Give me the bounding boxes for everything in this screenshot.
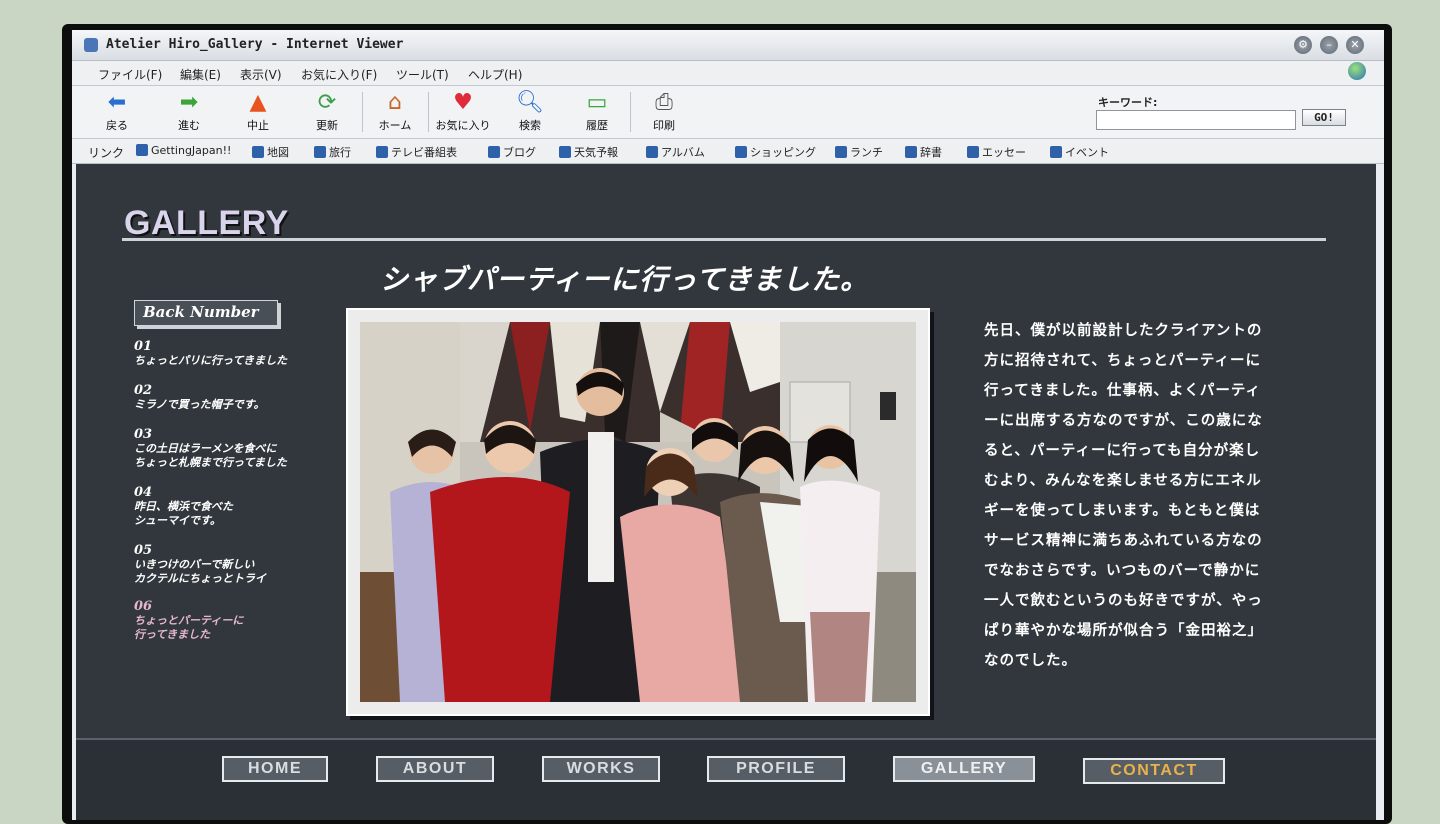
- globe-icon: [1348, 62, 1366, 80]
- menu-tools[interactable]: ツール(T): [396, 66, 449, 83]
- menu-bar: ファイル(F) 編集(E) 表示(V) お気に入り(F) ツール(T) ヘルプ(…: [72, 61, 1384, 86]
- link-travel[interactable]: 旅行: [314, 144, 351, 160]
- heart-icon: ♥: [453, 90, 473, 115]
- party-photo[interactable]: [360, 322, 916, 702]
- home-button[interactable]: ⌂ ホーム: [360, 90, 430, 136]
- page-icon: [646, 146, 658, 158]
- link-map[interactable]: 地図: [252, 144, 289, 160]
- link-event[interactable]: イベント: [1050, 144, 1109, 160]
- menu-view[interactable]: 表示(V): [240, 66, 282, 83]
- back-number-item[interactable]: 03 この土日はラーメンを食べに ちょっと札幌まで行ってました: [134, 428, 354, 470]
- title-divider: [122, 238, 1326, 241]
- page-icon: [559, 146, 571, 158]
- links-bar: リンク GettingJapan!! 地図 旅行 テレビ番組表 ブログ 天気予報…: [72, 139, 1384, 164]
- back-number-label: Back Number: [134, 300, 278, 326]
- browser-window: Atelier Hiro_Gallery - Internet Viewer ⚙…: [72, 30, 1384, 820]
- link-blog[interactable]: ブログ: [488, 144, 536, 160]
- back-number-item[interactable]: 02 ミラノで買った帽子です。: [134, 384, 354, 412]
- history-icon: ▭: [586, 90, 608, 115]
- keyword-input[interactable]: [1096, 110, 1296, 130]
- refresh-icon: ⟳: [317, 90, 337, 115]
- back-number-item[interactable]: 04 昨日、横浜で食べた シューマイです。: [134, 486, 354, 528]
- back-number-item-current[interactable]: 06 ちょっとパーティーに 行ってきました: [134, 600, 354, 642]
- browser-app-icon: [84, 38, 98, 52]
- go-button[interactable]: GO!: [1302, 109, 1346, 126]
- menu-help[interactable]: ヘルプ(H): [468, 66, 522, 83]
- page-icon: [376, 146, 388, 158]
- search-button[interactable]: 🔍︎ 検索: [495, 90, 565, 136]
- favorites-button[interactable]: ♥ お気に入り: [428, 90, 498, 136]
- back-number-item[interactable]: 05 いきつけのバーで新しい カクテルにちょっとトライ: [134, 544, 354, 586]
- links-label: リンク: [88, 146, 125, 160]
- minimize-icon[interactable]: –: [1320, 36, 1338, 54]
- page-icon: [835, 146, 847, 158]
- back-arrow-icon: ⬅: [107, 90, 127, 115]
- history-button[interactable]: ▭ 履歴: [562, 90, 632, 136]
- settings-icon[interactable]: ⚙: [1294, 36, 1312, 54]
- menu-favorites[interactable]: お気に入り(F): [301, 66, 377, 83]
- page-icon: [136, 144, 148, 156]
- link-essay[interactable]: エッセー: [967, 144, 1026, 160]
- link-tv-guide[interactable]: テレビ番組表: [376, 144, 457, 160]
- refresh-button[interactable]: ⟳ 更新: [292, 90, 362, 136]
- back-button[interactable]: ⬅ 戻る: [82, 90, 152, 136]
- menu-file[interactable]: ファイル(F): [98, 66, 162, 83]
- toolbar: ⬅ 戻る ➡ 進む ▲ 中止 ⟳ 更新 ⌂ ホーム ♥ お気に入り 🔍︎ 検索: [72, 86, 1384, 139]
- close-icon[interactable]: ✕: [1346, 36, 1364, 54]
- nav-about-button[interactable]: ABOUT: [376, 756, 494, 782]
- forward-button[interactable]: ➡ 進む: [154, 90, 224, 136]
- keyword-label: キーワード:: [1098, 96, 1158, 109]
- link-weather[interactable]: 天気予報: [559, 144, 618, 160]
- article-headline: シャブパーティーに行ってきました。: [380, 263, 870, 296]
- nav-profile-button[interactable]: PROFILE: [707, 756, 845, 782]
- page-icon: [314, 146, 326, 158]
- stop-button[interactable]: ▲ 中止: [223, 90, 293, 136]
- link-shopping[interactable]: ショッピング: [735, 144, 816, 160]
- title-bar: Atelier Hiro_Gallery - Internet Viewer ⚙…: [72, 30, 1384, 61]
- stop-cone-icon: ▲: [249, 90, 267, 115]
- back-number-item[interactable]: 01 ちょっとパリに行ってきました: [134, 340, 354, 368]
- nav-works-button[interactable]: WORKS: [542, 756, 660, 782]
- page-icon: [488, 146, 500, 158]
- forward-arrow-icon: ➡: [179, 90, 199, 115]
- window-title: Atelier Hiro_Gallery - Internet Viewer: [106, 37, 404, 52]
- page-icon: [905, 146, 917, 158]
- search-icon: 🔍︎: [516, 90, 544, 115]
- home-icon: ⌂: [388, 90, 402, 115]
- page-icon: [735, 146, 747, 158]
- nav-home-button[interactable]: HOME: [222, 756, 328, 782]
- print-button[interactable]: ⎙ 印刷: [629, 90, 699, 136]
- link-album[interactable]: アルバム: [646, 144, 705, 160]
- nav-contact-button[interactable]: CONTACT: [1083, 758, 1225, 784]
- party-photo-illustration: [360, 322, 916, 702]
- site-nav: HOME ABOUT WORKS PROFILE GALLERY CONTACT: [76, 738, 1376, 820]
- printer-icon: ⎙: [655, 90, 673, 115]
- page-content: GALLERY シャブパーティーに行ってきました。 Back Number 01…: [76, 164, 1376, 820]
- photo-frame: [346, 308, 930, 716]
- menu-edit[interactable]: 編集(E): [180, 66, 221, 83]
- nav-gallery-button[interactable]: GALLERY: [893, 756, 1035, 782]
- page-icon: [1050, 146, 1062, 158]
- article-body: 先日、僕が以前設計したクライアントの 方に招待されて、ちょっとパーティーに 行っ…: [984, 322, 1263, 669]
- link-lunch[interactable]: ランチ: [835, 144, 883, 160]
- page-icon: [967, 146, 979, 158]
- link-getting-japan[interactable]: GettingJapan!!: [136, 144, 231, 157]
- page-icon: [252, 146, 264, 158]
- link-dictionary[interactable]: 辞書: [905, 144, 942, 160]
